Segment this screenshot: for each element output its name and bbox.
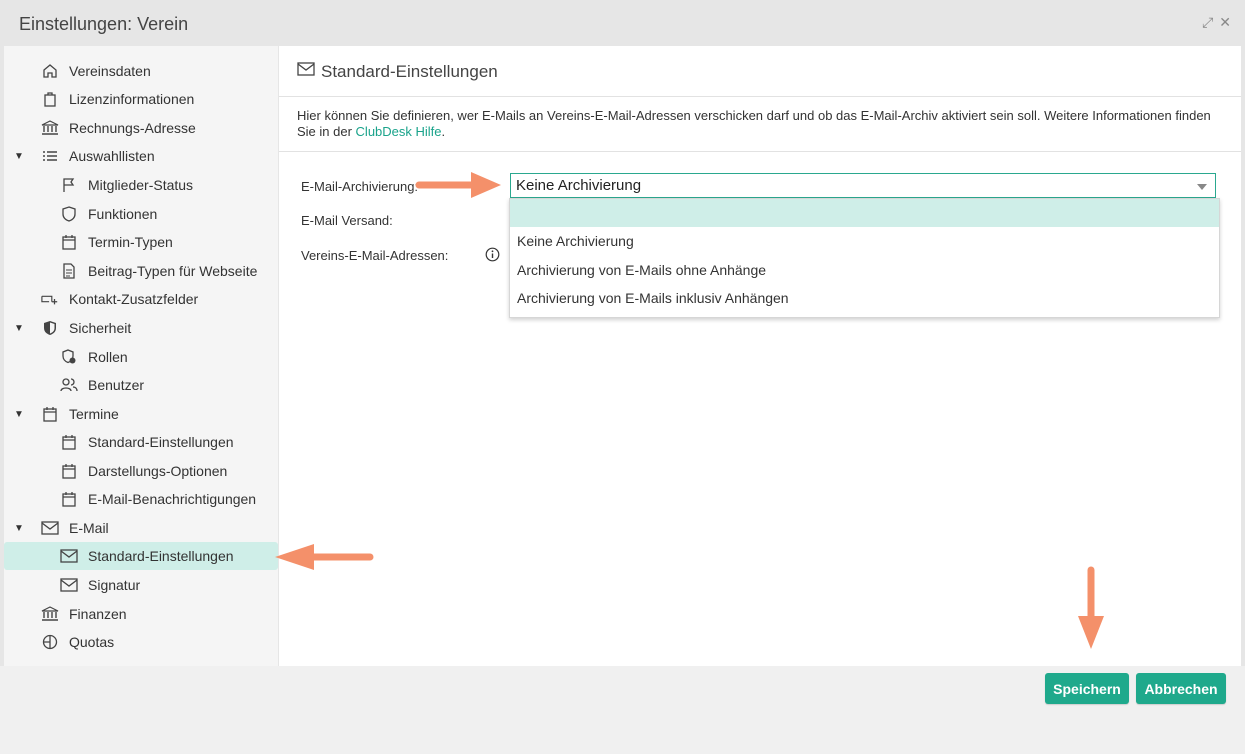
mail-icon xyxy=(60,547,78,565)
sidebar-item-email[interactable]: ▼ E-Mail xyxy=(4,514,278,542)
dialog-footer: Speichern Abbrechen xyxy=(0,666,1245,754)
divider xyxy=(279,151,1241,152)
mail-icon xyxy=(60,576,78,594)
mail-icon xyxy=(41,519,59,537)
document-icon xyxy=(60,262,78,280)
sidebar-item-lizenzinformationen[interactable]: Lizenzinformationen xyxy=(4,85,278,113)
sidebar-item-label: Darstellungs-Optionen xyxy=(88,463,228,479)
sidebar-item-mitglieder-status[interactable]: Mitglieder-Status xyxy=(4,171,278,199)
sidebar-item-label: Termin-Typen xyxy=(88,234,173,250)
window-title: Einstellungen: Verein xyxy=(19,14,189,34)
sidebar-item-sicherheit[interactable]: ▼ Sicherheit xyxy=(4,314,278,342)
close-icon[interactable]: ✕ xyxy=(1219,14,1231,31)
dropdown-option-empty[interactable] xyxy=(510,199,1219,227)
bank-icon xyxy=(41,605,59,623)
content-header: Standard-Einstellungen xyxy=(279,46,1241,97)
maximize-icon[interactable]: ⤢ xyxy=(1202,14,1213,31)
list-icon xyxy=(41,147,59,165)
home-icon xyxy=(41,62,59,80)
settings-sidebar: Vereinsdaten Lizenzinformationen Rechnun… xyxy=(4,46,278,666)
window-titlebar: Einstellungen: Verein ⤢ ✕ xyxy=(0,0,1245,46)
sidebar-item-label: Beitrag-Typen für Webseite xyxy=(88,263,258,279)
calendar-icon xyxy=(60,233,78,251)
sidebar-item-signatur[interactable]: Signatur xyxy=(4,571,278,599)
add-field-icon xyxy=(41,290,59,308)
annotation-arrow-icon xyxy=(275,544,374,570)
bag-icon xyxy=(41,90,59,108)
role-shield-icon xyxy=(60,348,78,366)
bank-icon xyxy=(41,119,59,137)
flag-icon xyxy=(60,176,78,194)
save-button[interactable]: Speichern xyxy=(1045,673,1129,704)
sidebar-item-label: Rechnungs-Adresse xyxy=(69,120,196,136)
users-icon xyxy=(60,376,78,394)
sidebar-item-auswahllisten[interactable]: ▼ Auswahllisten xyxy=(4,142,278,170)
sidebar-item-label: Benutzer xyxy=(88,377,145,393)
mail-icon xyxy=(297,62,315,81)
sidebar-item-label: Vereinsdaten xyxy=(69,63,151,79)
addresses-label: Vereins-E-Mail-Adressen: xyxy=(301,248,449,263)
chevron-down-icon xyxy=(1197,184,1207,190)
archiving-select-value: Keine Archivierung xyxy=(516,177,642,194)
sidebar-item-label: Quotas xyxy=(69,634,115,650)
sidebar-item-label: Standard-Einstellungen xyxy=(88,548,234,564)
sidebar-item-benutzer[interactable]: Benutzer xyxy=(4,371,278,399)
sidebar-item-label: Finanzen xyxy=(69,606,127,622)
sidebar-item-label: Funktionen xyxy=(88,206,158,222)
sending-label: E-Mail Versand: xyxy=(301,213,393,228)
dropdown-option[interactable]: Keine Archivierung xyxy=(510,227,1219,255)
dropdown-option[interactable]: Archivierung von E-Mails ohne Anhänge xyxy=(510,256,1219,284)
sidebar-item-label: Auswahllisten xyxy=(69,148,155,164)
archiving-label: E-Mail-Archivierung: xyxy=(301,179,419,194)
expanded-caret-icon[interactable]: ▼ xyxy=(14,323,24,334)
archiving-dropdown: Keine Archivierung Archivierung von E-Ma… xyxy=(509,198,1220,318)
annotation-arrow-icon xyxy=(1078,566,1104,649)
expanded-caret-icon[interactable]: ▼ xyxy=(14,409,24,420)
intro-text: Hier können Sie definieren, wer E-Mails … xyxy=(297,108,1227,140)
sidebar-item-label: Termine xyxy=(69,406,119,422)
sidebar-item-darstellungs-optionen[interactable]: Darstellungs-Optionen xyxy=(4,457,278,485)
sidebar-item-label: E-Mail xyxy=(69,520,109,536)
shield-icon xyxy=(60,205,78,223)
sidebar-item-label: Lizenzinformationen xyxy=(69,91,195,107)
sidebar-item-termine-standard-einstellungen[interactable]: Standard-Einstellungen xyxy=(4,428,278,456)
sidebar-item-funktionen[interactable]: Funktionen xyxy=(4,200,278,228)
dropdown-option[interactable]: Archivierung von E-Mails inklusiv Anhäng… xyxy=(510,284,1219,312)
expanded-caret-icon[interactable]: ▼ xyxy=(14,523,24,534)
sidebar-item-rollen[interactable]: Rollen xyxy=(4,343,278,371)
sidebar-item-rechnungs-adresse[interactable]: Rechnungs-Adresse xyxy=(4,114,278,142)
calendar-icon xyxy=(41,405,59,423)
sidebar-item-email-benachrichtigungen[interactable]: E-Mail-Benachrichtigungen xyxy=(4,485,278,513)
archiving-select[interactable]: Keine Archivierung xyxy=(510,173,1216,198)
sidebar-item-label: Signatur xyxy=(88,577,141,593)
sidebar-item-quotas[interactable]: Quotas xyxy=(4,628,278,656)
sidebar-item-label: Rollen xyxy=(88,349,128,365)
calendar-icon xyxy=(60,433,78,451)
calendar-icon xyxy=(60,490,78,508)
security-shield-icon xyxy=(41,319,59,337)
help-link[interactable]: ClubDesk Hilfe xyxy=(356,124,442,139)
sidebar-item-finanzen[interactable]: Finanzen xyxy=(4,600,278,628)
sidebar-item-label: Sicherheit xyxy=(69,320,132,336)
sidebar-item-email-standard-einstellungen[interactable]: Standard-Einstellungen xyxy=(4,542,278,570)
intro-end: . xyxy=(441,124,446,139)
sidebar-item-label: Mitglieder-Status xyxy=(88,177,194,193)
sidebar-item-kontakt-zusatzfelder[interactable]: Kontakt-Zusatzfelder xyxy=(4,285,278,313)
sidebar-item-label: Standard-Einstellungen xyxy=(88,434,234,450)
expanded-caret-icon[interactable]: ▼ xyxy=(14,151,24,162)
annotation-arrow-icon xyxy=(415,172,501,198)
sidebar-item-termine[interactable]: ▼ Termine xyxy=(4,400,278,428)
sidebar-item-label: E-Mail-Benachrichtigungen xyxy=(88,491,257,507)
calendar-icon xyxy=(60,462,78,480)
cancel-button[interactable]: Abbrechen xyxy=(1136,673,1226,704)
sidebar-item-termin-typen[interactable]: Termin-Typen xyxy=(4,228,278,256)
sidebar-item-beitrag-typen[interactable]: Beitrag-Typen für Webseite xyxy=(4,257,278,285)
page-title: Standard-Einstellungen xyxy=(321,62,498,81)
pie-icon xyxy=(41,633,59,651)
sidebar-item-label: Kontakt-Zusatzfelder xyxy=(69,291,199,307)
sidebar-item-vereinsdaten[interactable]: Vereinsdaten xyxy=(4,57,278,85)
info-icon[interactable] xyxy=(485,247,500,267)
